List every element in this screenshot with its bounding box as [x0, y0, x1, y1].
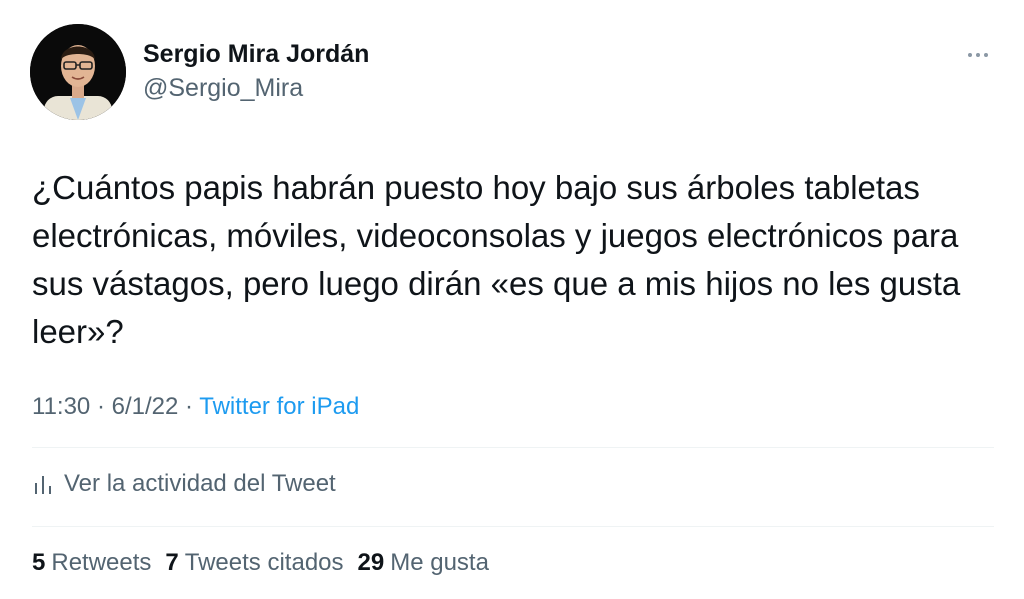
tweet-time[interactable]: 11:30 — [32, 393, 90, 420]
tweet-stats: 5 Retweets 7 Tweets citados 29 Me gusta — [32, 549, 503, 577]
likes-stat[interactable]: 29 Me gusta — [358, 549, 489, 577]
tweet-date[interactable]: 6/1/22 — [112, 393, 179, 420]
divider — [32, 447, 994, 448]
tweet-source-link[interactable]: Twitter for iPad — [199, 393, 359, 420]
view-tweet-activity-button[interactable]: Ver la actividad del Tweet — [32, 470, 336, 498]
retweets-stat[interactable]: 5 Retweets — [32, 549, 151, 577]
retweets-count: 5 — [32, 549, 46, 576]
meta-separator: · — [90, 393, 112, 420]
more-options-button[interactable] — [960, 40, 996, 70]
quote-tweets-stat[interactable]: 7 Tweets citados — [165, 549, 343, 577]
quote-tweets-count: 7 — [165, 549, 179, 576]
likes-label: Me gusta — [390, 549, 489, 576]
tweet-text: ¿Cuántos papis habrán puesto hoy bajo su… — [32, 169, 961, 350]
avatar[interactable] — [30, 24, 126, 120]
more-icon — [968, 53, 972, 57]
quote-tweets-label: Tweets citados — [184, 549, 344, 576]
analytics-icon — [35, 476, 51, 494]
avatar-image — [30, 24, 126, 120]
likes-count: 29 — [357, 549, 385, 576]
activity-label: Ver la actividad del Tweet — [64, 470, 336, 497]
divider — [32, 526, 994, 527]
author-name[interactable]: Sergio Mira Jordán — [143, 40, 369, 69]
retweets-label: Retweets — [51, 549, 152, 576]
meta-separator: · — [178, 393, 200, 420]
author-handle[interactable]: @Sergio_Mira — [143, 74, 303, 103]
tweet-meta: 11:30 · 6/1/22 · Twitter for iPad — [32, 393, 359, 421]
